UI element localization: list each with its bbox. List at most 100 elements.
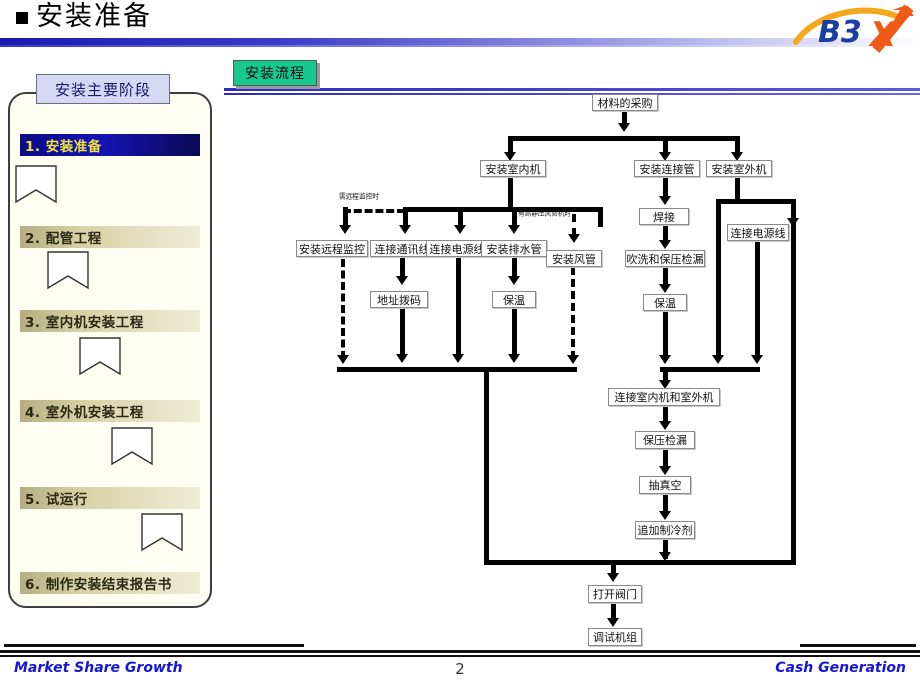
- arrow-icon: [712, 355, 724, 364]
- flow-node-connect-power-line-outdoor[interactable]: 连接电源线: [727, 224, 789, 241]
- flow-bus-outdoor: [716, 199, 796, 204]
- flow-node-pressure-leak-test[interactable]: 保压检漏: [635, 431, 695, 449]
- arrow-icon: [659, 511, 671, 520]
- flow-bus-outdoor-merge: [660, 367, 760, 372]
- flow-bus-indoor: [403, 207, 603, 212]
- flow-connector-dashed: [571, 267, 575, 359]
- flow-connector-dashed: [572, 214, 576, 236]
- flow-node-address-dip[interactable]: 地址拨码: [370, 291, 428, 308]
- sidebar-item-stage-1[interactable]: 1. 安装准备: [20, 134, 200, 156]
- flow-bus-top: [508, 136, 740, 141]
- sidebar-item-stage-6[interactable]: 6. 制作安装结束报告书: [20, 572, 200, 594]
- sidebar-item-stage-4[interactable]: 4. 室外机安装工程: [20, 400, 200, 422]
- sidebar-item-label: 6. 制作安装结束报告书: [25, 577, 172, 593]
- sidebar-item-stage-3[interactable]: 3. 室内机安装工程: [20, 310, 200, 332]
- flow-connector: [755, 241, 760, 359]
- arrow-icon: [659, 284, 671, 293]
- arrow-icon: [508, 225, 520, 234]
- svg-text:X: X: [868, 15, 898, 54]
- header-divider: [0, 38, 920, 45]
- flow-connector: [484, 367, 489, 562]
- flow-connector: [512, 207, 517, 227]
- footer-divider: [0, 650, 920, 653]
- flow-node-vacuum[interactable]: 抽真空: [639, 476, 691, 494]
- arrow-icon: [399, 225, 411, 234]
- footer-divider-secondary: [0, 655, 920, 657]
- flow-connector: [716, 199, 721, 359]
- arrow-icon: [567, 355, 579, 364]
- page-title: 安装准备: [36, 1, 152, 32]
- sidebar-item-label: 2. 配管工程: [25, 231, 102, 247]
- panel-divider: [224, 88, 920, 91]
- arrow-icon: [454, 225, 466, 234]
- chevron-down-icon: [110, 426, 154, 472]
- sidebar-item-stage-5[interactable]: 5. 试运行: [20, 487, 200, 509]
- flow-node-commission-unit[interactable]: 调试机组: [588, 628, 642, 646]
- flow-bus-indoor-merge: [337, 367, 577, 372]
- flow-bus-final-merge: [484, 560, 796, 565]
- sidebar-item-label: 4. 室外机安装工程: [25, 405, 144, 421]
- flow-node-connect-comm-line[interactable]: 连接通讯线: [370, 240, 434, 257]
- chevron-down-icon: [46, 250, 90, 296]
- footer-rule-right: [800, 644, 916, 647]
- flow-connector: [458, 207, 463, 227]
- flow-node-install-indoor-unit[interactable]: 安装室内机: [480, 160, 546, 177]
- arrow-icon: [452, 354, 464, 363]
- arrow-icon: [659, 240, 671, 249]
- flow-connector-dashed: [341, 259, 345, 359]
- flow-connector: [456, 257, 461, 358]
- arrow-icon: [618, 123, 630, 132]
- arrow-icon: [607, 573, 619, 582]
- flow-note-high-static-duct: 有高静压风管机时: [518, 209, 572, 218]
- header-divider-secondary: [0, 45, 920, 47]
- flow-note-remote-monitoring: 需远程监控时: [339, 192, 379, 201]
- footer-right-text: Cash Generation: [775, 660, 906, 676]
- flow-connector: [400, 308, 405, 358]
- slide-canvas: 安装准备 B3 X 安装主要阶段 1. 安装准备 2. 配管工程 3. 室内机安…: [0, 0, 920, 690]
- flow-node-install-remote-monitoring[interactable]: 安装远程监控: [296, 240, 368, 257]
- flow-node-insulation-indoor[interactable]: 保温: [492, 291, 536, 308]
- flow-node-open-valve[interactable]: 打开阀门: [588, 585, 642, 603]
- arrow-icon: [396, 354, 408, 363]
- footer-rule-left: [4, 644, 304, 647]
- arrow-icon: [659, 552, 671, 561]
- flow-connector: [663, 311, 668, 359]
- arrow-icon: [337, 355, 349, 364]
- flow-connector: [735, 177, 740, 201]
- flow-node-install-outdoor-unit[interactable]: 安装室外机: [706, 160, 772, 177]
- arrow-icon: [659, 466, 671, 475]
- flow-node-install-drain-pipe[interactable]: 安装排水管: [481, 240, 547, 257]
- arrow-icon: [659, 355, 671, 364]
- flow-node-welding[interactable]: 焊接: [639, 208, 689, 225]
- chevron-down-icon: [78, 336, 122, 382]
- arrow-icon: [607, 618, 619, 627]
- sidebar-item-label: 3. 室内机安装工程: [25, 315, 144, 331]
- flow-node-connect-indoor-outdoor[interactable]: 连接室内机和室外机: [608, 388, 720, 406]
- panel-divider-secondary: [224, 93, 920, 95]
- flow-node-install-air-duct[interactable]: 安装风管: [546, 250, 602, 267]
- chevron-down-icon: [14, 164, 58, 210]
- svg-text:B3: B3: [818, 15, 862, 50]
- flow-node-add-refrigerant[interactable]: 追加制冷剂: [635, 521, 695, 539]
- flow-node-material-purchase[interactable]: 材料的采购: [592, 94, 658, 111]
- arrow-icon: [659, 421, 671, 430]
- flow-connector-dashed: [343, 209, 405, 213]
- flow-connector: [403, 207, 408, 227]
- chevron-down-icon: [140, 512, 184, 558]
- sidebar-caption: 安装主要阶段: [36, 74, 170, 104]
- sidebar-item-stage-2[interactable]: 2. 配管工程: [20, 226, 200, 248]
- flow-connector: [512, 308, 517, 358]
- flow-connector: [791, 199, 796, 220]
- flow-node-purge-and-pressure-test[interactable]: 吹洗和保压检漏: [625, 250, 705, 267]
- sidebar-item-label: 5. 试运行: [25, 492, 88, 508]
- sidebar-item-label: 1. 安装准备: [25, 139, 102, 155]
- flow-node-install-connecting-pipe[interactable]: 安装连接管: [634, 160, 700, 177]
- flow-connector: [508, 177, 513, 211]
- flow-connector: [598, 207, 603, 227]
- arrow-icon: [396, 276, 408, 285]
- arrow-icon: [751, 355, 763, 364]
- arrow-icon: [339, 225, 351, 234]
- tab-install-flow[interactable]: 安装流程: [233, 60, 317, 86]
- flow-node-connect-power-line[interactable]: 连接电源线: [426, 240, 488, 257]
- flow-node-insulation-pipe[interactable]: 保温: [643, 294, 687, 311]
